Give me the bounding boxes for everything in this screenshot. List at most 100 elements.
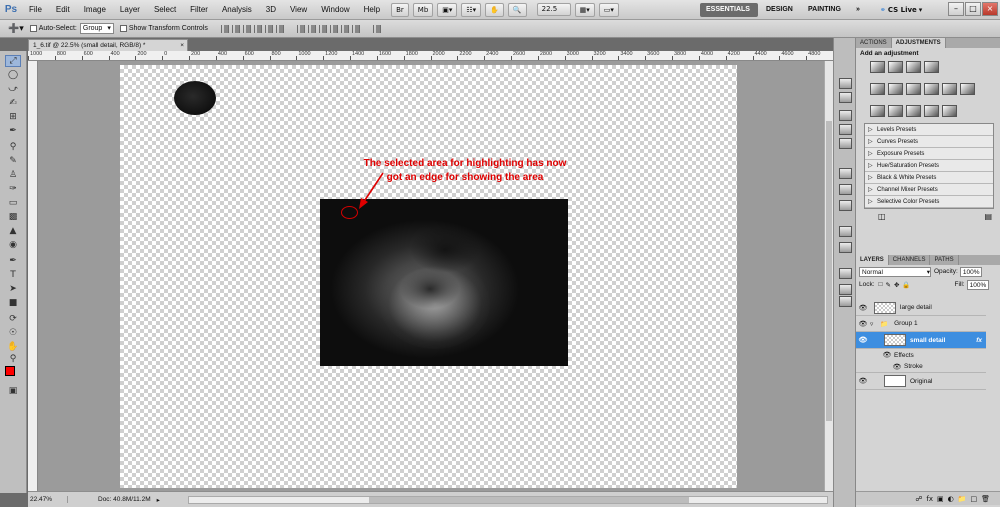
link-layers-icon[interactable]: ☍ — [915, 495, 922, 503]
eye-icon[interactable]: 👁 — [856, 336, 870, 344]
black-white-icon[interactable] — [924, 83, 939, 95]
lock-position-icon[interactable]: ✥ — [894, 281, 899, 289]
list-item[interactable]: Channel Mixer Presets — [865, 184, 993, 196]
history-icon[interactable] — [839, 78, 852, 89]
fx-icon[interactable]: fx — [926, 495, 933, 503]
quick-select-tool-icon[interactable]: ✍ — [5, 97, 21, 109]
styles-icon[interactable] — [839, 138, 852, 149]
bridge-button[interactable]: Br — [391, 2, 409, 17]
document-workspace[interactable]: The selected area for highlighting has n… — [38, 61, 824, 491]
layer-group-1[interactable]: 👁 ▿ 📁 Group 1 — [856, 316, 986, 332]
curves-icon[interactable] — [906, 61, 921, 73]
close-icon[interactable]: × — [180, 40, 184, 51]
menu-filter[interactable]: Filter — [183, 0, 215, 20]
align-vcenter-icon[interactable] — [231, 24, 240, 33]
gradient-tool-icon[interactable]: ▩ — [5, 211, 21, 223]
new-group-icon[interactable]: 📁 — [958, 495, 967, 503]
list-item[interactable]: Hue/Saturation Presets — [865, 160, 993, 172]
layer-original[interactable]: 👁 Original — [856, 373, 986, 390]
crop-tool-icon[interactable]: ⊞ — [5, 111, 21, 123]
align-bottom-icon[interactable] — [242, 24, 251, 33]
zoom-tool-icon[interactable]: ⚲ — [5, 353, 21, 365]
path-selection-tool-icon[interactable]: ➤ — [5, 283, 21, 295]
channel-mixer-icon[interactable] — [960, 83, 975, 95]
swatches-icon[interactable] — [839, 124, 852, 135]
type-tool-icon[interactable]: T — [5, 269, 21, 281]
adjustment-layer-icon[interactable]: ◐ — [948, 495, 954, 503]
trash-icon[interactable]: 🗑 — [981, 495, 990, 503]
workspace-essentials[interactable]: ESSENTIALS — [700, 3, 758, 17]
eye-icon[interactable]: 👁 — [880, 351, 894, 359]
list-item[interactable]: Black & White Presets — [865, 172, 993, 184]
eraser-tool-icon[interactable]: ▭ — [5, 197, 21, 209]
clip-layer-icon[interactable]: ◫ — [878, 212, 886, 221]
foreground-color-swatch[interactable] — [5, 366, 15, 376]
menu-analysis[interactable]: Analysis — [215, 0, 259, 20]
actions-icon[interactable] — [839, 92, 852, 103]
screen-mode-button[interactable]: ▭▾ — [598, 2, 619, 17]
clone-source-icon[interactable] — [839, 242, 852, 253]
threshold-icon[interactable] — [906, 105, 921, 117]
dodge-tool-icon[interactable]: ◉ — [5, 239, 21, 251]
tab-channels[interactable]: CHANNELS — [889, 255, 931, 265]
add-mask-icon[interactable]: ▣ — [937, 495, 944, 503]
lasso-tool-icon[interactable]: ⤻ — [5, 83, 21, 95]
layer-small-detail[interactable]: 👁 small detail fx — [856, 332, 986, 349]
healing-brush-tool-icon[interactable]: ⚲ — [5, 141, 21, 153]
close-button[interactable]: × — [982, 2, 998, 16]
eye-icon[interactable]: 👁 — [856, 320, 870, 328]
list-item[interactable]: Selective Color Presets — [865, 196, 993, 208]
fx-icon[interactable]: fx — [976, 337, 982, 344]
document-tab[interactable]: 1_6.tif @ 22.5% (small detail, RGB/8) * … — [28, 39, 188, 51]
move-tool-icon[interactable]: ⤢ — [5, 55, 21, 67]
auto-select-checkbox[interactable] — [29, 25, 37, 32]
history-brush-tool-icon[interactable]: ✑ — [5, 183, 21, 195]
menu-3d[interactable]: 3D — [259, 0, 283, 20]
selective-color-icon[interactable] — [942, 105, 957, 117]
distribute-top-icon[interactable] — [296, 24, 305, 33]
eye-icon[interactable]: 👁 — [890, 363, 904, 371]
layer-large-detail[interactable]: 👁 large detail — [856, 300, 986, 316]
exposure-icon[interactable] — [924, 61, 939, 73]
blur-tool-icon[interactable]: ▲ — [5, 225, 21, 237]
distribute-bottom-icon[interactable] — [318, 24, 327, 33]
vibrance-icon[interactable] — [870, 83, 885, 95]
menu-view[interactable]: View — [283, 0, 314, 20]
mini-bridge-button[interactable]: Mb — [412, 2, 434, 17]
minimize-button[interactable]: – — [948, 2, 964, 16]
distribute-right-icon[interactable] — [351, 24, 360, 33]
tab-actions[interactable]: ACTIONS — [856, 38, 892, 48]
histogram-icon[interactable] — [839, 296, 852, 307]
lock-pixels-icon[interactable]: ✎ — [885, 281, 890, 289]
blend-mode-select[interactable]: Normal ▾ — [859, 266, 931, 277]
menu-image[interactable]: Image — [77, 0, 113, 20]
menu-select[interactable]: Select — [147, 0, 183, 20]
maximize-button[interactable]: □ — [965, 2, 981, 16]
layer-stroke-effect[interactable]: 👁 Stroke — [856, 361, 986, 373]
expand-view-icon[interactable]: ▤ — [984, 212, 992, 221]
lock-all-icon[interactable]: 🔒 — [902, 281, 910, 289]
hand-tool-button[interactable]: ✋ — [485, 2, 504, 17]
disclosure-triangle-icon[interactable]: ▿ — [870, 320, 880, 328]
color-icon[interactable] — [839, 110, 852, 121]
canvas[interactable]: The selected area for highlighting has n… — [120, 65, 737, 488]
shape-tool-icon[interactable]: ■ — [5, 297, 21, 309]
brightness-contrast-icon[interactable] — [870, 61, 885, 73]
pen-tool-icon[interactable]: ✒ — [5, 255, 21, 267]
3d-rotate-tool-icon[interactable]: ⟳ — [5, 313, 21, 325]
marquee-tool-icon[interactable]: ◯ — [5, 69, 21, 81]
zoom-status[interactable]: 22.47% — [28, 496, 68, 503]
distribute-vcenter-icon[interactable] — [307, 24, 316, 33]
gradient-map-icon[interactable] — [924, 105, 939, 117]
workspace-painting[interactable]: PAINTING — [802, 3, 847, 17]
eye-icon[interactable]: 👁 — [856, 304, 870, 312]
color-balance-icon[interactable] — [906, 83, 921, 95]
distribute-hcenter-icon[interactable] — [340, 24, 349, 33]
list-item[interactable]: Levels Presets — [865, 124, 993, 136]
hand-tool-icon[interactable]: ✋ — [5, 341, 21, 353]
photo-filter-icon[interactable] — [942, 83, 957, 95]
quick-mask-icon[interactable]: ▣ — [5, 385, 21, 397]
cs-live-button[interactable]: ⚭ CS Live ▾ — [880, 3, 922, 17]
auto-align-icon[interactable] — [372, 24, 381, 33]
eye-icon[interactable]: 👁 — [856, 377, 870, 385]
